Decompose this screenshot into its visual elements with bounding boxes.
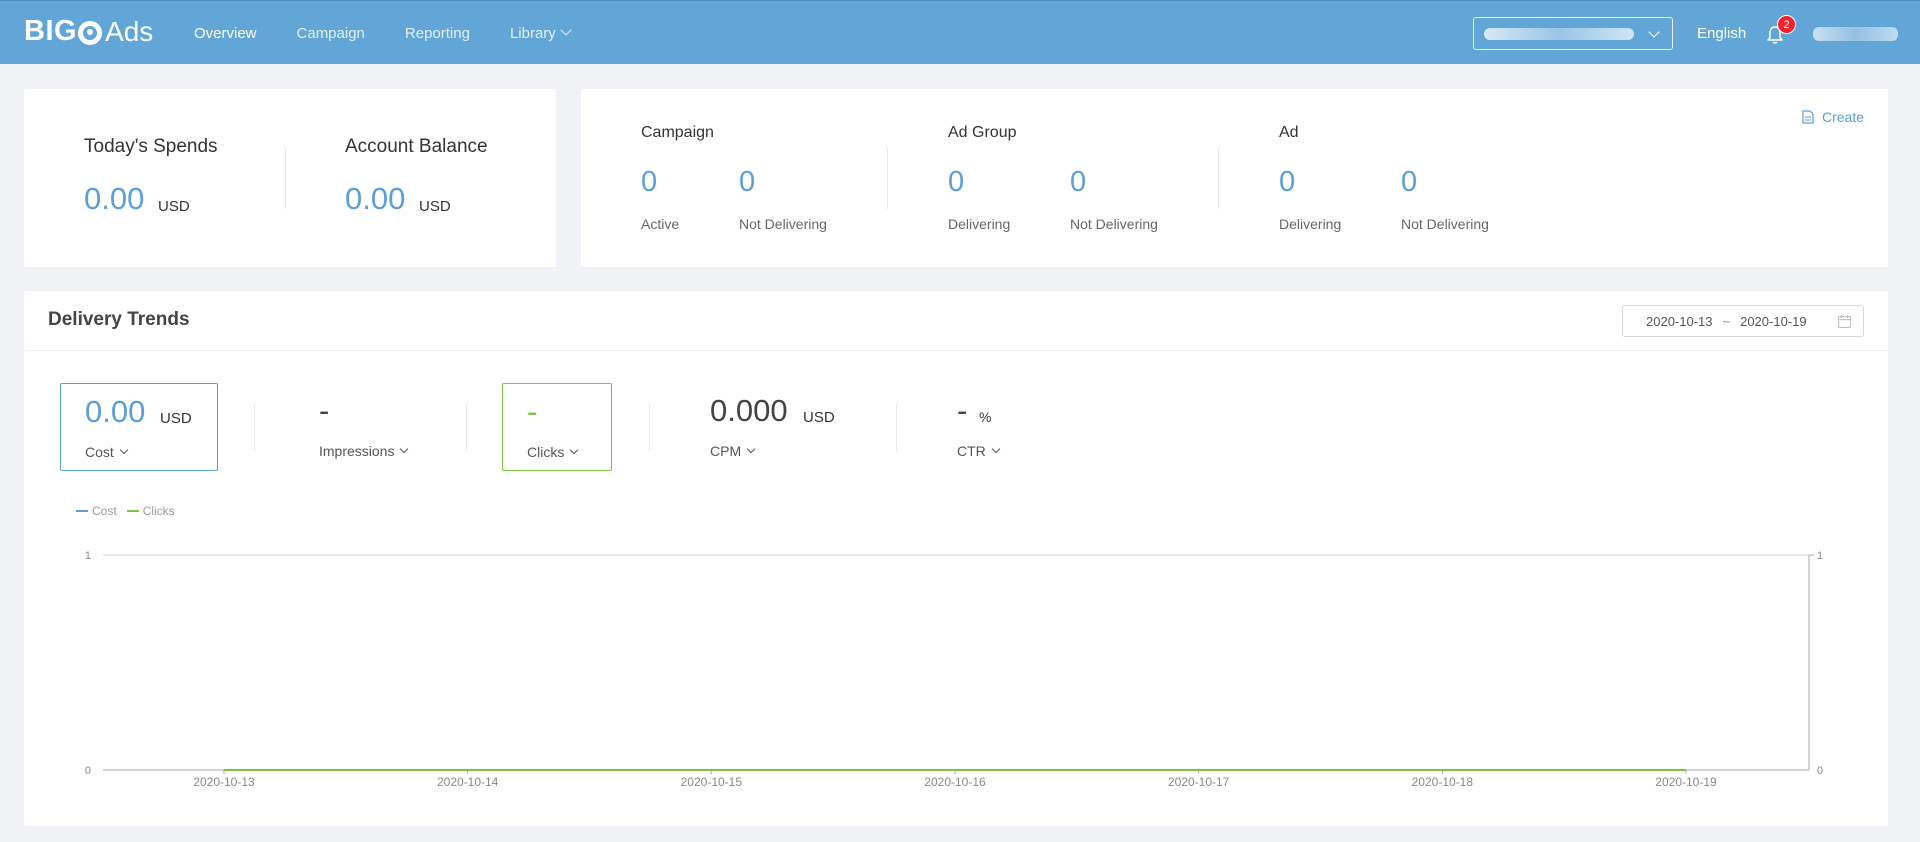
delivery-trends-chart: 0 1 0 1 2020-10-13 2020-10-14 2020-10-15 2020-1… xyxy=(85,550,1823,789)
spend-summary-card: Today's Spends 0.00 USD Account Balance … xyxy=(24,89,556,267)
campaign-active-label: Active xyxy=(641,216,680,232)
adgroup-delivering-label: Delivering xyxy=(948,216,1011,232)
adgroup-delivering-count[interactable]: 0 xyxy=(948,166,964,199)
y-tick-label-right: 1 xyxy=(1817,550,1823,562)
account-balance-title: Account Balance xyxy=(345,136,488,157)
campaign-group-title: Campaign xyxy=(641,124,714,141)
x-tick-label: 2020-10-17 xyxy=(1168,775,1230,789)
account-select[interactable] xyxy=(1473,17,1673,50)
nav-library[interactable]: Library xyxy=(509,24,572,42)
nav-campaign-label: Campaign xyxy=(296,24,365,42)
logo-o-icon xyxy=(78,20,103,45)
top-navigation-bar: BIG Ads Overview Campaign Reporting Libr… xyxy=(0,0,1920,64)
todays-spends-value: 0.00 xyxy=(84,181,145,216)
ad-delivering-label: Delivering xyxy=(1279,216,1342,232)
x-tick-label: 2020-10-16 xyxy=(924,775,986,789)
x-tick-label: 2020-10-18 xyxy=(1412,775,1474,789)
todays-spends-title: Today's Spends xyxy=(84,136,218,157)
delivery-status-card: Create Campaign 0 Active 0 Not Deliverin… xyxy=(581,89,1888,267)
account-name-redacted xyxy=(1484,27,1634,40)
nav-campaign[interactable]: Campaign xyxy=(297,25,365,42)
create-label: Create xyxy=(1821,109,1864,125)
y-tick-label-left: 1 xyxy=(85,550,91,562)
delivery-trends-card: Delivery Trends 2020-10-13 ~ 2020-10-19 … xyxy=(24,291,1888,826)
campaign-active-count[interactable]: 0 xyxy=(641,166,657,199)
nav-overview[interactable]: Overview xyxy=(194,25,257,42)
ad-delivering-count[interactable]: 0 xyxy=(1279,166,1295,199)
nav-overview-label: Overview xyxy=(194,24,257,42)
campaign-not-delivering-count[interactable]: 0 xyxy=(739,166,755,199)
bigo-ads-logo[interactable]: BIG Ads xyxy=(24,15,153,48)
create-button[interactable]: Create xyxy=(1802,109,1864,125)
ad-not-delivering-label: Not Delivering xyxy=(1401,216,1489,232)
account-balance-unit: USD xyxy=(419,198,451,215)
user-name-redacted[interactable] xyxy=(1813,27,1898,41)
divider xyxy=(887,147,888,209)
x-tick-label: 2020-10-15 xyxy=(681,775,743,789)
divider xyxy=(285,147,286,209)
ad-group-title: Ad xyxy=(1279,124,1299,141)
x-tick-label: 2020-10-19 xyxy=(1655,775,1717,789)
account-balance-value: 0.00 xyxy=(345,181,406,216)
x-tick-label: 2020-10-13 xyxy=(193,775,255,789)
x-tick-label: 2020-10-14 xyxy=(437,775,499,789)
logo-ads: Ads xyxy=(105,15,154,47)
nav-reporting[interactable]: Reporting xyxy=(405,25,470,42)
adgroup-not-delivering-count[interactable]: 0 xyxy=(1070,166,1086,199)
ad-not-delivering-count[interactable]: 0 xyxy=(1401,166,1417,199)
notification-badge: 2 xyxy=(1777,15,1796,34)
main-nav: Overview Campaign Reporting Library xyxy=(194,1,610,65)
adgroup-not-delivering-label: Not Delivering xyxy=(1070,216,1158,232)
nav-reporting-label: Reporting xyxy=(404,24,470,42)
logo-wordmark: BIG xyxy=(24,15,78,47)
nav-library-label: Library xyxy=(509,24,556,42)
y-tick-label-left: 0 xyxy=(85,765,91,777)
language-switch[interactable]: English xyxy=(1697,25,1746,42)
divider xyxy=(1218,147,1219,209)
y-tick-label-right: 0 xyxy=(1817,765,1823,777)
document-icon xyxy=(1802,110,1814,124)
todays-spends-unit: USD xyxy=(158,198,190,215)
campaign-not-delivering-label: Not Delivering xyxy=(739,216,827,232)
adgroup-group-title: Ad Group xyxy=(948,124,1017,141)
chevron-down-icon xyxy=(560,24,572,36)
chevron-down-icon xyxy=(1648,26,1660,38)
